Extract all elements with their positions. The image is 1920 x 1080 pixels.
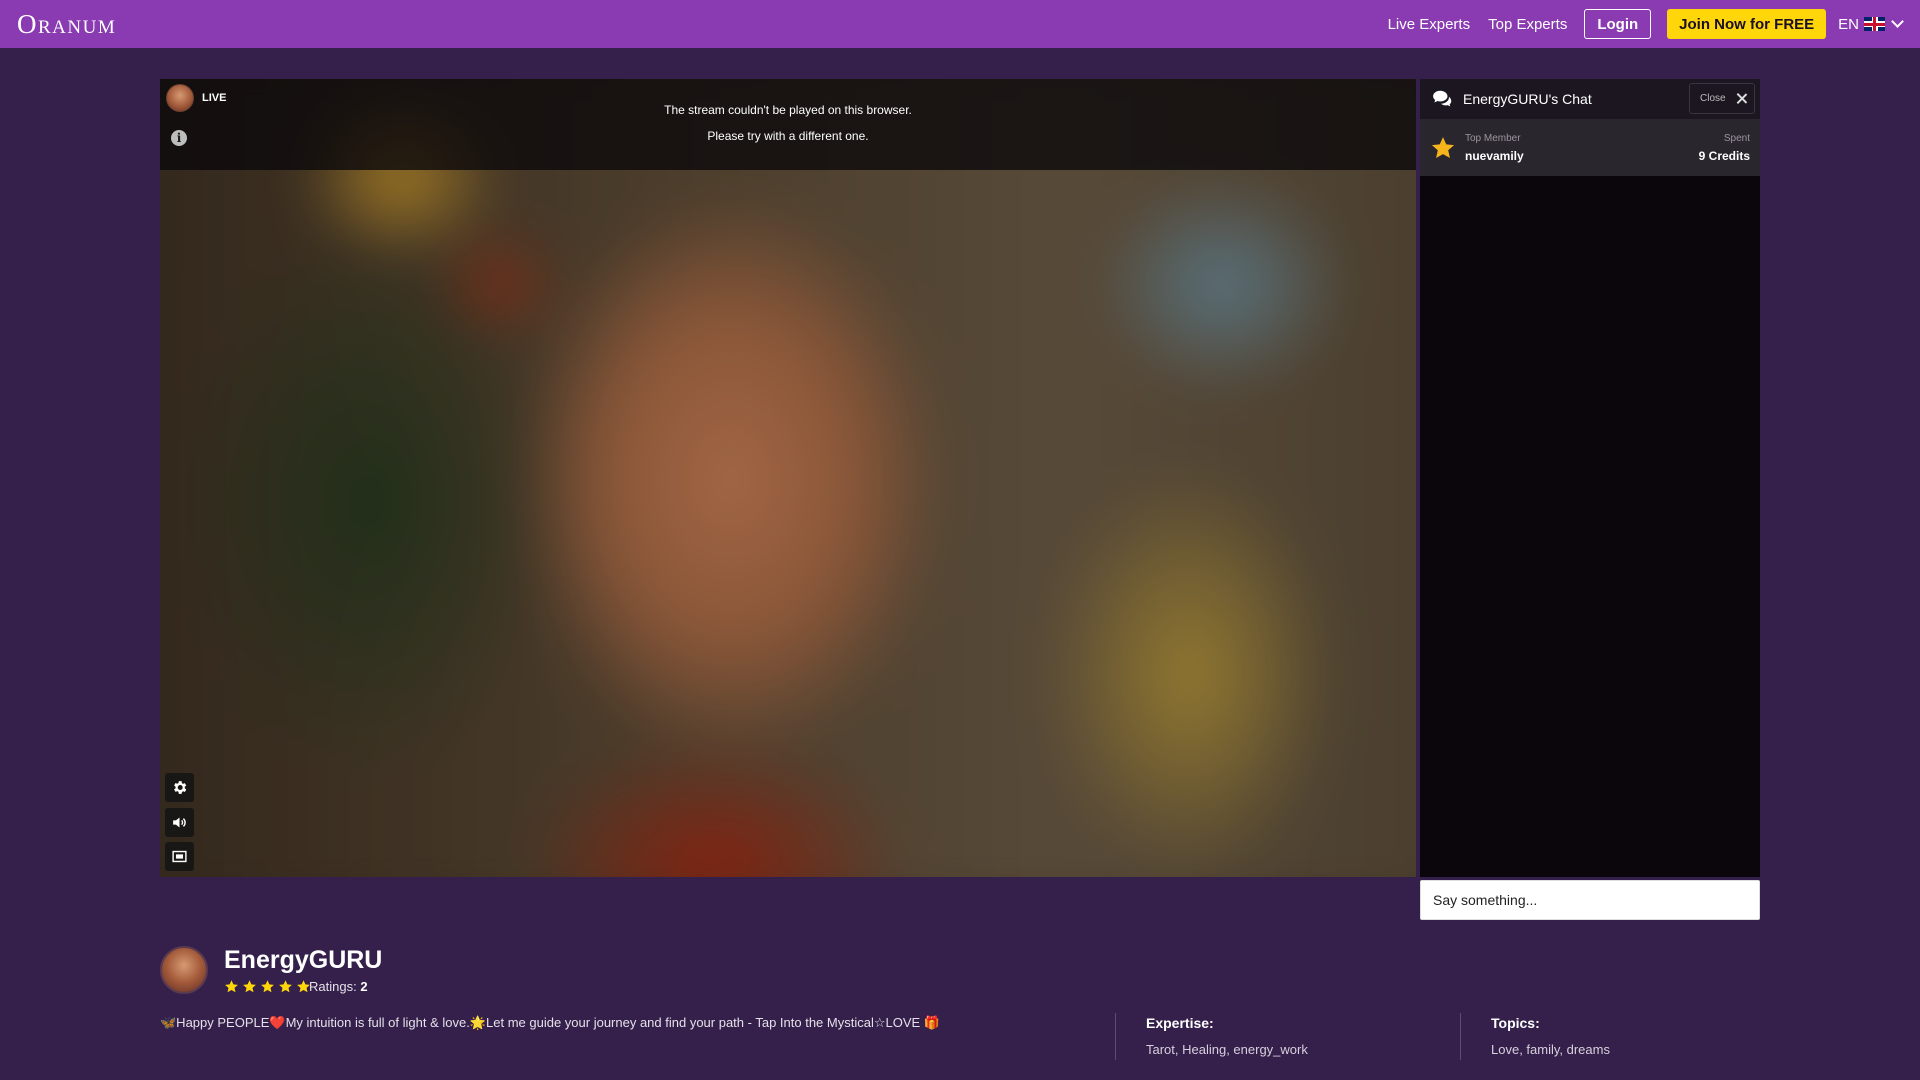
join-now-button[interactable]: Join Now for FREE: [1667, 9, 1827, 39]
top-member-card: Top Member nuevamily Spent 9 Credits: [1420, 119, 1760, 176]
chat-panel: EnergyGURU's Chat Close Top Member nueva…: [1420, 79, 1760, 877]
chat-title: EnergyGURU's Chat: [1463, 91, 1592, 107]
ratings-label: Ratings:: [309, 979, 357, 994]
language-selector[interactable]: EN: [1838, 15, 1904, 33]
top-member-label: Top Member: [1465, 133, 1521, 144]
ratings-count: 2: [360, 979, 368, 994]
stream-error-hint: Please try with a different one.: [707, 129, 869, 143]
login-button[interactable]: Login: [1584, 9, 1652, 39]
spent-value: 9 Credits: [1698, 149, 1750, 163]
settings-button[interactable]: [165, 773, 194, 802]
volume-button[interactable]: [165, 808, 194, 837]
expert-bio: 🦋Happy PEOPLE❤️My intuition is full of l…: [160, 1015, 940, 1030]
chat-bubbles-icon: [1433, 90, 1452, 107]
star-icon: [279, 980, 292, 993]
expertise-list: Tarot, Healing, energy_work: [1146, 1042, 1308, 1057]
top-member-name: nuevamily: [1465, 149, 1524, 163]
close-label: Close: [1700, 93, 1726, 104]
uk-flag-icon: [1864, 17, 1885, 31]
language-code: EN: [1838, 15, 1859, 33]
top-navbar: Oranum Live Experts Top Experts Login Jo…: [0, 0, 1920, 48]
gear-icon: [174, 781, 187, 794]
expert-name: EnergyGURU: [224, 946, 383, 974]
topics-title: Topics:: [1491, 1015, 1540, 1031]
star-icon: [225, 980, 238, 993]
star-icon: [261, 980, 274, 993]
theater-icon: [172, 850, 187, 863]
spent-label: Spent: [1723, 133, 1750, 144]
video-player[interactable]: LIVE i The stream couldn't be played on …: [160, 79, 1416, 877]
close-chat-button[interactable]: Close: [1689, 83, 1755, 114]
nav-menu: Live Experts Top Experts Login Join Now …: [1370, 0, 1904, 48]
theater-mode-button[interactable]: [165, 842, 194, 871]
rating-stars: [224, 979, 314, 994]
chat-message-input[interactable]: [1420, 880, 1760, 920]
expert-avatar[interactable]: [160, 946, 208, 994]
divider: [1115, 1013, 1116, 1060]
expertise-title: Expertise:: [1146, 1015, 1214, 1031]
chevron-down-icon: [1891, 15, 1904, 28]
divider: [1460, 1013, 1461, 1060]
oranum-logo[interactable]: Oranum: [17, 9, 116, 40]
star-icon: [1431, 137, 1455, 158]
ratings-summary: Ratings: 2: [309, 979, 368, 994]
nav-top-experts[interactable]: Top Experts: [1488, 16, 1567, 33]
stream-error-message: The stream couldn't be played on this br…: [664, 103, 912, 117]
close-icon: [1736, 93, 1747, 104]
stream-error-overlay: [160, 79, 1416, 170]
volume-icon: [173, 817, 186, 828]
star-icon: [243, 980, 256, 993]
nav-live-experts[interactable]: Live Experts: [1388, 16, 1471, 33]
topics-list: Love, family, dreams: [1491, 1042, 1610, 1057]
chat-header: EnergyGURU's Chat Close: [1420, 79, 1760, 119]
